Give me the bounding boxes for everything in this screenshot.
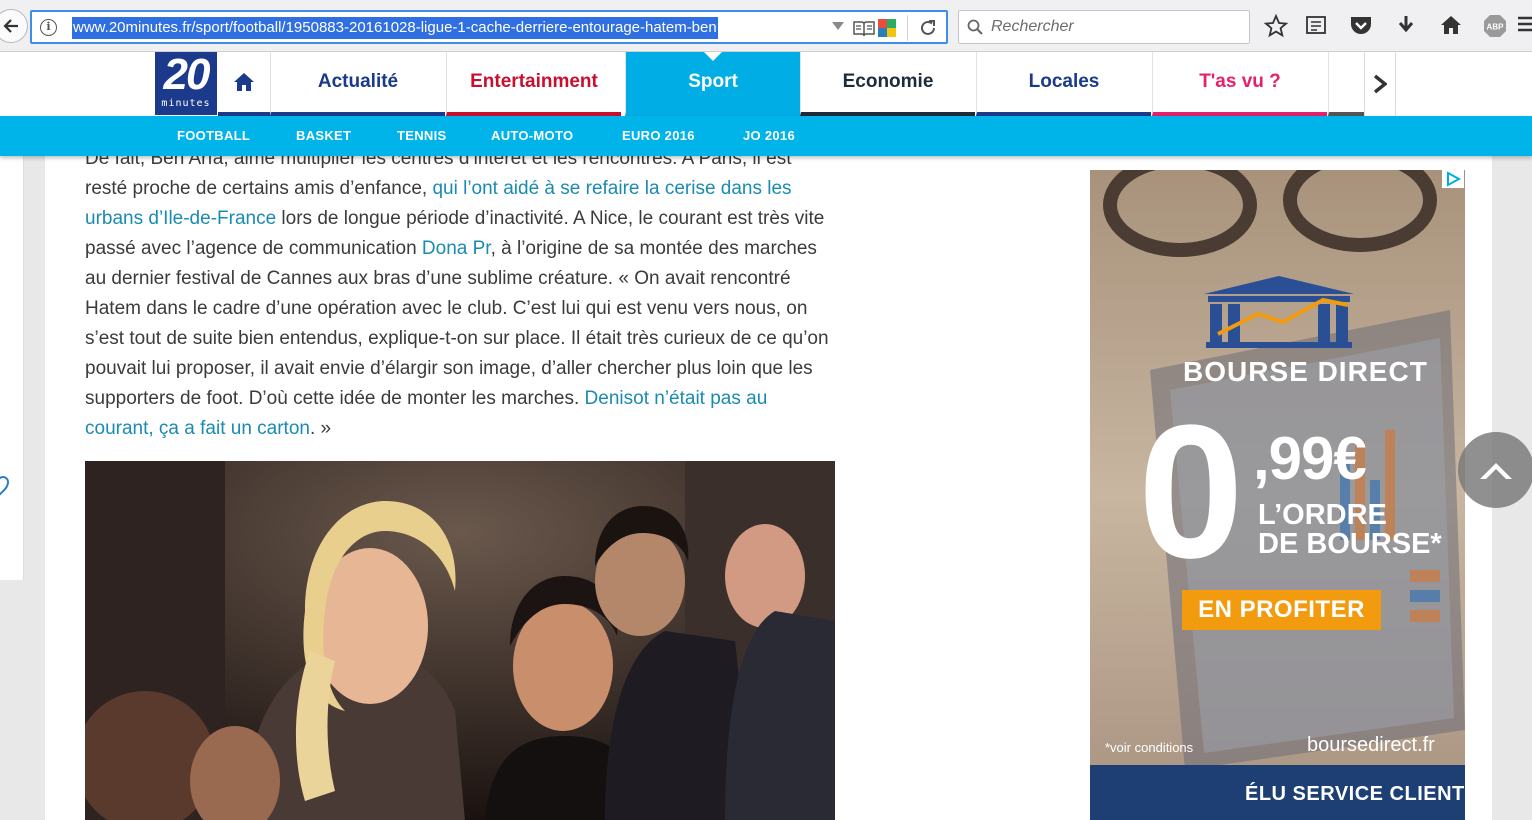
heart-icon[interactable]: [0, 476, 12, 502]
site-main-nav: 20 minutes Actualité Entertainment Sport…: [0, 52, 1532, 116]
ad-band-text: ÉLU SERVICE CLIENT: [1245, 783, 1465, 805]
nav-item-tas-vu[interactable]: T'as vu ?: [1152, 52, 1327, 116]
adchoices-icon[interactable]: [1442, 170, 1464, 188]
address-bar[interactable]: i www.20minutes.fr/sport/football/195088…: [30, 10, 948, 44]
logo-word: minutes: [161, 98, 211, 109]
nav-item-entertainment[interactable]: Entertainment: [446, 52, 621, 116]
nav-item-label: Actualité: [317, 71, 399, 92]
search-placeholder: Rechercher: [991, 18, 1074, 35]
nav-item-label: T'as vu ?: [1199, 71, 1281, 92]
subnav-jo-2016[interactable]: JO 2016: [743, 128, 795, 143]
bookmarks-library-icon[interactable]: [1305, 14, 1327, 36]
ad-price-cents: ,99€: [1253, 425, 1367, 492]
nav-item-economie[interactable]: Economie: [800, 52, 975, 116]
page-info-icon[interactable]: i: [40, 19, 57, 36]
ad-order-line-2: DE BOURSE*: [1258, 528, 1442, 561]
subnav-auto-moto[interactable]: AUTO-MOTO: [491, 128, 573, 143]
article-link-dona-pr[interactable]: Dona Pr: [422, 238, 491, 259]
reload-icon[interactable]: [918, 18, 938, 38]
ad-conditions: *voir conditions: [1105, 740, 1194, 755]
back-arrow-icon: [3, 19, 18, 33]
nav-item-label: Locales: [1028, 71, 1100, 92]
url-history-dropdown-icon[interactable]: [832, 22, 844, 30]
ad-brand-name: BOURSE DIRECT: [1183, 356, 1428, 387]
bourse-direct-logo-icon: [1204, 276, 1354, 348]
url-text[interactable]: www.20minutes.fr/sport/football/1950883-…: [72, 17, 718, 39]
nav-item-label: Sport: [688, 71, 738, 92]
bookmark-star-icon[interactable]: [1264, 14, 1288, 38]
extension-icon[interactable]: [878, 19, 896, 37]
adblock-label: ABP: [1487, 23, 1505, 32]
article-text-segment: . »: [309, 418, 332, 439]
nav-item-actualite[interactable]: Actualité: [270, 52, 445, 116]
nav-item-label: Entertainment: [470, 71, 598, 92]
nav-item-sport[interactable]: Sport: [625, 52, 800, 116]
active-tab-notch: [704, 52, 722, 61]
ad-order-line-2-text: DE BOURSE: [1258, 528, 1431, 560]
pocket-icon[interactable]: [1349, 14, 1373, 36]
chevron-up-icon: [1480, 463, 1512, 479]
photo-illustration: [85, 461, 835, 820]
browser-toolbar: i www.20minutes.fr/sport/football/195088…: [0, 0, 1532, 52]
scroll-to-top-button[interactable]: [1458, 432, 1532, 508]
back-button[interactable]: [0, 9, 28, 43]
logo-number: 20: [163, 52, 211, 99]
article-text-segment: , à l’origine de sa montée des marches a…: [85, 238, 829, 409]
ad-domain[interactable]: boursedirect.fr: [1307, 734, 1435, 757]
sport-sub-nav: FOOTBALL BASKET TENNIS AUTO-MOTO EURO 20…: [0, 116, 1532, 156]
nav-item-label: Economie: [842, 71, 934, 92]
left-side-panel: [0, 156, 24, 580]
search-bar[interactable]: Rechercher: [958, 10, 1250, 44]
home-icon: [234, 73, 254, 91]
reader-view-icon[interactable]: [853, 20, 875, 38]
subnav-euro-2016[interactable]: EURO 2016: [622, 128, 695, 143]
nav-home[interactable]: [218, 52, 270, 116]
subnav-tennis[interactable]: TENNIS: [397, 128, 446, 143]
adblock-plus-icon[interactable]: ABP: [1483, 14, 1507, 38]
website-viewport: De fait, Ben Arfa, aime multiplier les c…: [0, 52, 1532, 820]
article-photo: [85, 461, 835, 820]
nav-item-locales[interactable]: Locales: [976, 52, 1151, 116]
ad-order-footnote-mark: *: [1430, 528, 1442, 560]
ad-cta-button[interactable]: EN PROFITER: [1182, 590, 1381, 630]
home-icon[interactable]: [1439, 14, 1463, 36]
url-separator: [907, 15, 908, 41]
nav-next-button[interactable]: [1364, 52, 1396, 116]
downloads-icon[interactable]: [1395, 14, 1417, 36]
article-paragraph: De fait, Ben Arfa, aime multiplier les c…: [85, 144, 835, 444]
nav-item-more[interactable]: [1328, 52, 1364, 116]
overflow-menu-icon[interactable]: [1516, 14, 1532, 36]
subnav-basket[interactable]: BASKET: [296, 128, 351, 143]
chevron-right-icon: [1373, 74, 1387, 94]
subnav-football[interactable]: FOOTBALL: [177, 128, 250, 143]
ad-price-zero: 0: [1138, 386, 1244, 598]
site-logo[interactable]: 20 minutes: [155, 52, 217, 115]
search-icon: [967, 19, 983, 35]
